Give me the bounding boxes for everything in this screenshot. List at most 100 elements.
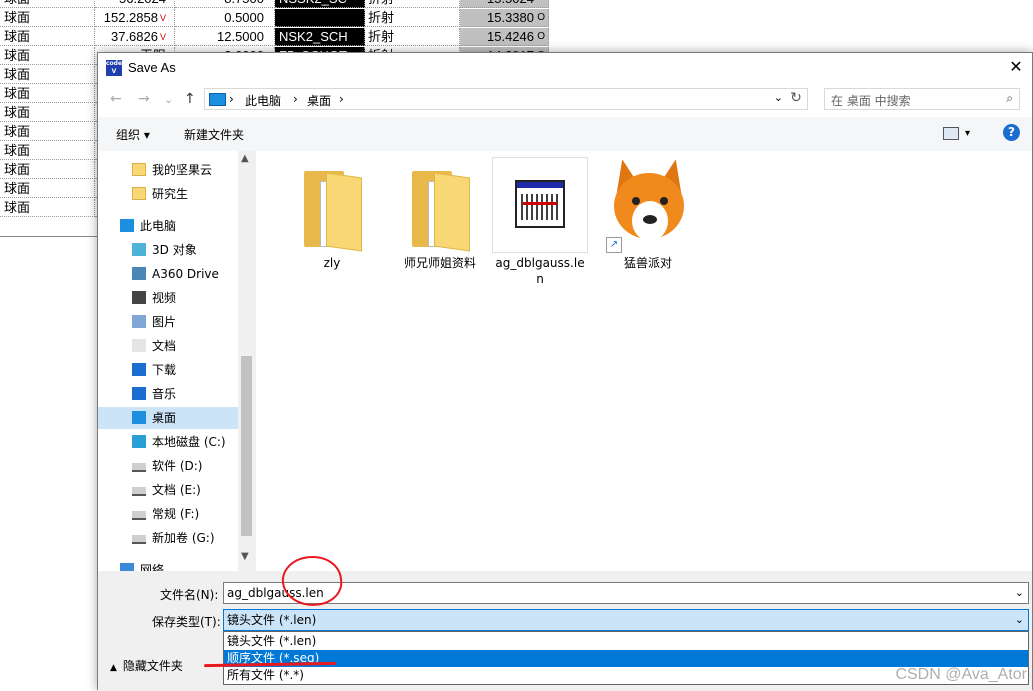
nav-item[interactable]: 我的坚果云 (98, 159, 238, 181)
scroll-up-icon[interactable]: ▲ (241, 153, 249, 164)
file-item-senior-materials[interactable]: 师兄师姐资料 (392, 157, 488, 271)
nav-item[interactable]: 网络 (98, 559, 238, 571)
computer-icon (120, 219, 134, 232)
corgi-game-icon: ↗ (606, 156, 690, 253)
glass-cell: NSSK2_SC (275, 0, 365, 8)
organize-button[interactable]: 组织 ▾ (116, 126, 150, 143)
search-icon: ⌕ (1006, 91, 1013, 105)
download-arrow-icon (132, 363, 146, 376)
nav-item[interactable]: 新加卷 (G:) (98, 527, 238, 549)
drive-icon (132, 483, 146, 496)
windows-drive-icon (132, 435, 146, 448)
thickness-cell: 12.5000 (175, 28, 275, 46)
folder-icon (132, 163, 146, 176)
nav-item[interactable]: 音乐 (98, 383, 238, 405)
glass-cell: NSK2_SCH (275, 28, 365, 46)
view-options-icon[interactable] (943, 127, 959, 140)
sheet-row: 球面 37.6826 V 12.5000 NSK2_SCH 折射 15.4246 O (0, 28, 549, 47)
new-folder-button[interactable]: 新建文件夹 (184, 126, 244, 143)
up-arrow-icon[interactable]: ↑ (184, 91, 196, 107)
picture-icon (132, 315, 146, 328)
forward-arrow-icon[interactable]: → (138, 91, 150, 107)
hide-folders-label: 隐藏文件夹 (122, 659, 183, 673)
search-placeholder: 在 桌面 中搜索 (831, 94, 911, 108)
surface-type-cell: 球面 (0, 161, 95, 179)
title-bar: code V Save As ✕ (98, 53, 1032, 83)
save-type-value: 镜头文件 (*.len) (227, 613, 317, 627)
save-type-option-len[interactable]: 镜头文件 (*.len) (224, 633, 1028, 650)
file-item-label: 猛兽派对 (623, 256, 672, 270)
scroll-down-icon[interactable]: ▼ (241, 551, 249, 562)
save-options-panel: 文件名(N): ag_dblgauss.len ⌄ 保存类型(T): 镜头文件 … (98, 571, 1032, 691)
network-icon (120, 563, 134, 571)
chevron-up-icon: ▲ (110, 663, 117, 673)
save-type-option-seq[interactable]: 顺序文件 (*.seq) (224, 650, 1028, 667)
nav-item[interactable]: A360 Drive (98, 263, 238, 285)
variable-marker: V (159, 13, 166, 23)
nav-item[interactable]: 桌面 (98, 407, 238, 429)
refract-mode-cell: 折射 (365, 0, 460, 8)
navigation-pane-scrollbar[interactable]: ▲ ▼ (238, 151, 255, 571)
cloud-eye-icon (132, 267, 146, 280)
file-name-dropdown-icon[interactable]: ⌄ (1015, 583, 1024, 603)
folder-icon (132, 187, 146, 200)
nav-item-label: 本地磁盘 (C:) (152, 435, 226, 449)
surface-type-cell: 球面 (0, 142, 95, 160)
radius-cell: 152.2858 V (95, 9, 175, 27)
computer-icon (209, 93, 226, 106)
override-marker: O (537, 12, 545, 23)
address-segment-desktop[interactable]: 桌面 (307, 92, 331, 109)
file-name-input[interactable]: ag_dblgauss.len ⌄ (223, 582, 1029, 604)
file-name-label: 文件名(N): (160, 588, 219, 602)
nav-item[interactable]: 文档 (E:) (98, 479, 238, 501)
surface-type-cell: 球面 (0, 123, 95, 141)
view-menu-chevron-icon[interactable]: ▾ (965, 128, 970, 139)
help-icon[interactable]: ? (1003, 124, 1020, 141)
nav-item[interactable]: 3D 对象 (98, 239, 238, 261)
address-segment-this-pc[interactable]: 此电脑 (245, 92, 281, 109)
address-sep-icon: › (339, 92, 344, 106)
save-type-select[interactable]: 镜头文件 (*.len) ⌄ (223, 609, 1029, 631)
close-button[interactable]: ✕ (1006, 57, 1026, 77)
drive-icon (132, 531, 146, 544)
nav-item-label: 我的坚果云 (152, 163, 213, 177)
surface-type-cell: 球面 (0, 28, 95, 46)
nav-item[interactable]: 研究生 (98, 183, 238, 205)
folder-icon (412, 171, 470, 252)
radius-cell: 56.2024 (95, 0, 175, 8)
file-item-ag-dblgauss-len[interactable]: ag_dblgauss.len (492, 157, 588, 287)
hide-folders-toggle[interactable]: ▲ 隐藏文件夹 (110, 657, 183, 674)
refract-mode-cell: 折射 (365, 9, 460, 27)
save-type-dropdown-icon[interactable]: ⌄ (1015, 610, 1024, 630)
address-sep-icon: › (229, 92, 234, 106)
scrollbar-thumb[interactable] (241, 356, 252, 536)
nav-item-label: 此电脑 (140, 219, 177, 233)
file-item-party-animals-shortcut[interactable]: ↗ 猛兽派对 (600, 156, 696, 271)
nav-item-label: 3D 对象 (152, 243, 197, 257)
nav-item-label: 视频 (152, 291, 177, 305)
back-arrow-icon[interactable]: ← (110, 91, 122, 107)
address-bar[interactable]: › 此电脑 › 桌面 › ⌄ ↻ (204, 88, 808, 110)
nav-item[interactable]: 常规 (F:) (98, 503, 238, 525)
code-v-app-icon: code V (106, 60, 123, 76)
address-sep-icon: › (293, 92, 298, 106)
csdn-watermark: CSDN @Ava_Ator (895, 666, 1027, 683)
glass-cell (275, 9, 365, 27)
refresh-icon[interactable]: ↻ (787, 90, 805, 106)
nav-item[interactable]: 下载 (98, 359, 238, 381)
file-item-zly[interactable]: zly (284, 157, 380, 271)
override-marker: O (537, 31, 545, 42)
recent-locations-chevron-icon[interactable]: ⌄ (164, 93, 173, 106)
nav-item[interactable]: 图片 (98, 311, 238, 333)
nav-item[interactable]: 本地磁盘 (C:) (98, 431, 238, 453)
search-input[interactable]: 在 桌面 中搜索 ⌕ (824, 88, 1020, 110)
semi-aperture-cell: 15.4246 O (460, 28, 549, 46)
nav-item[interactable]: 此电脑 (98, 215, 238, 237)
nav-item[interactable]: 软件 (D:) (98, 455, 238, 477)
nav-item[interactable]: 文档 (98, 335, 238, 357)
nav-item[interactable]: 视频 (98, 287, 238, 309)
surface-type-cell: 球面 (0, 66, 95, 84)
save-type-label: 保存类型(T): (152, 615, 221, 629)
address-dropdown-icon[interactable]: ⌄ (774, 91, 783, 104)
sheet-row: 球面 152.2858 V 0.5000 折射 15.3380 O (0, 9, 549, 28)
